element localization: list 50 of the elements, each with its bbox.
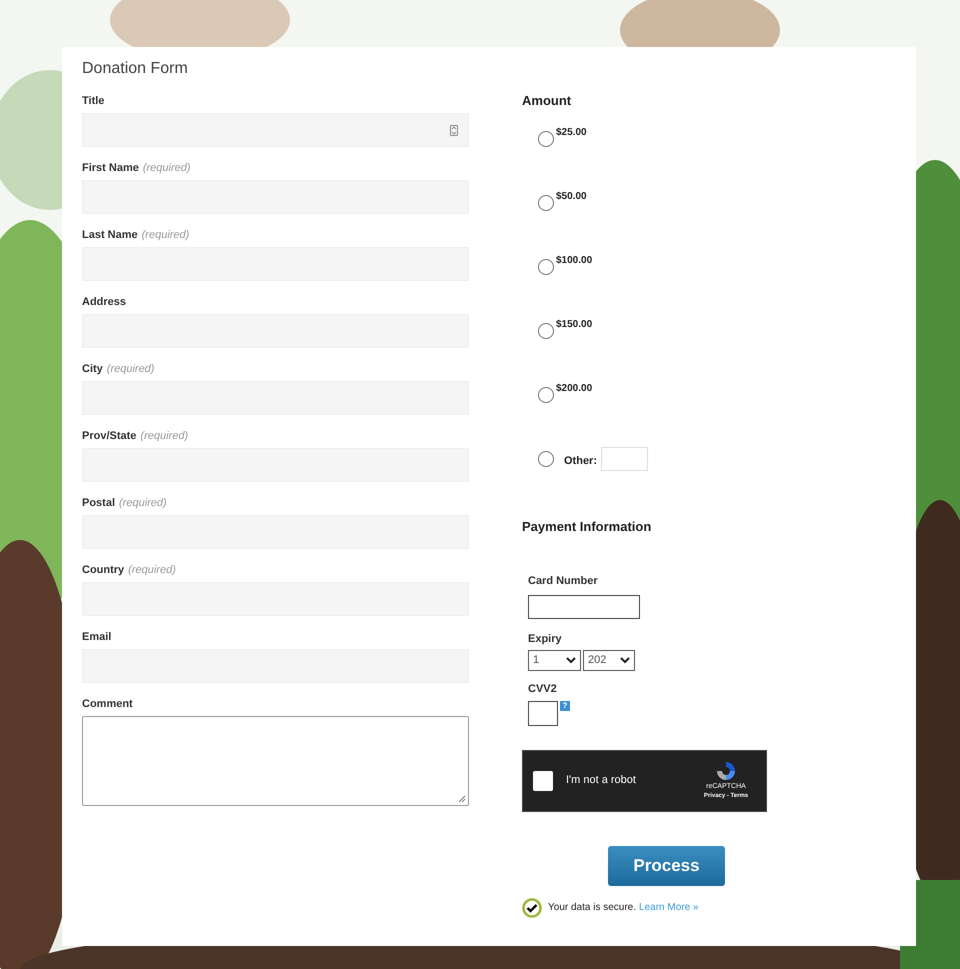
- field-label: Prov/State: [82, 429, 136, 444]
- resize-icon: [458, 795, 466, 803]
- field-label: Postal: [82, 496, 116, 511]
- field-label: Address: [82, 295, 126, 310]
- captcha-checkbox[interactable]: [533, 770, 553, 790]
- month-select[interactable]: 1: [528, 650, 581, 671]
- amount-label: $200.00: [556, 382, 592, 396]
- required-note: (required): [142, 161, 191, 176]
- section-heading: Amount: [522, 92, 572, 110]
- amount-label: $150.00: [556, 318, 592, 332]
- radio-button[interactable]: [538, 451, 554, 467]
- chevron-icon: [566, 657, 576, 664]
- radio-button[interactable]: [538, 259, 554, 275]
- form-title: Donation Form: [82, 59, 189, 79]
- radio-button[interactable]: [538, 195, 554, 211]
- captcha-label: I'm not a robot: [566, 773, 637, 788]
- card-number-field[interactable]: [528, 594, 640, 618]
- year-select[interactable]: 202: [583, 650, 635, 671]
- field-label: Country: [82, 563, 124, 578]
- field-label: Last Name: [82, 228, 138, 243]
- check-icon: [522, 898, 542, 918]
- radio-button[interactable]: [538, 387, 554, 403]
- process-button[interactable]: Process: [608, 846, 725, 886]
- captcha-logo-icon: [715, 760, 737, 782]
- required-note: (required): [142, 228, 190, 243]
- secure-note: Your data is secure.: [548, 901, 636, 915]
- other-amount-field[interactable]: [601, 447, 648, 471]
- field-label: First Name: [82, 161, 139, 176]
- required-note: (required): [119, 496, 167, 511]
- field-label: Email: [82, 630, 112, 645]
- amount-label: Other:: [564, 454, 597, 469]
- required-note: (required): [140, 429, 188, 444]
- required-note: (required): [106, 362, 154, 377]
- amount-label: $50.00: [556, 190, 587, 204]
- field-label: City: [82, 362, 103, 377]
- chevron-icon: [620, 657, 630, 664]
- required-note: (required): [128, 563, 176, 578]
- field-label: Title: [82, 94, 104, 109]
- comment-field[interactable]: [82, 716, 469, 806]
- field-label: Comment: [82, 697, 133, 712]
- spinner-icon: [450, 124, 458, 136]
- radio-button[interactable]: [538, 131, 554, 147]
- field-label: Card Number: [528, 574, 599, 589]
- field-label: CVV2: [528, 682, 558, 697]
- radio-button[interactable]: [538, 323, 554, 339]
- section-heading: Payment Information: [522, 518, 652, 536]
- amount-label: $100.00: [556, 254, 592, 268]
- amount-label: $25.00: [556, 126, 587, 140]
- field-label: Expiry: [528, 632, 563, 646]
- cvv-field[interactable]: [528, 700, 558, 726]
